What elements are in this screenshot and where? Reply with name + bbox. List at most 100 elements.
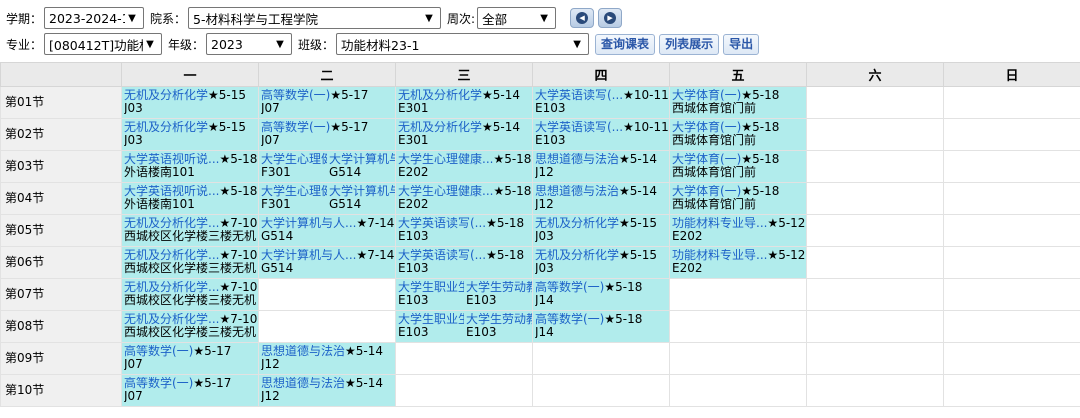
course-name-link[interactable]: 高等数学(一) [535,281,604,294]
empty-slot [395,342,533,375]
term-select[interactable]: 2023-2024-1 ▼ [44,7,145,29]
empty-slot [669,374,807,407]
course-name-link[interactable]: 无机及分析化学 [535,217,619,230]
course-entry: 大学生职业生 E103 [397,280,464,307]
course-entry: 无机及分析化学★5-15 J03 [123,88,258,115]
course-name-row: 无机及分析化学★5-15 [124,121,257,134]
period-row: 第02节 无机及分析化学★5-15 J03 高等数学(一)★5-17 J07 无机及分析化… [0,118,1080,151]
course-name-link[interactable]: 大学计算机与人... [261,249,356,262]
course-weeks: ★5-17 [330,89,369,102]
course-name-link[interactable]: 大学英语视听说... [124,185,219,198]
course-name-link[interactable]: 大学体育(一) [672,185,741,198]
course-name-link[interactable]: 功能材料专业导... [672,217,767,230]
empty-slot [258,278,396,311]
empty-slot [943,278,1080,311]
prev-week-button[interactable]: ◀ [570,8,595,28]
empty-slot [669,342,807,375]
course-name-link[interactable]: 大学生职业生 [398,281,464,294]
course-name-link[interactable]: 无机及分析化学... [124,281,219,294]
next-week-button[interactable]: ▶ [598,8,623,28]
course-name-link[interactable]: 大学生心理健 [261,185,327,198]
course-room: G514 [261,261,294,274]
empty-slot [943,86,1080,119]
course-name-link[interactable]: 大学生心理健康... [398,153,493,166]
course-name-link[interactable]: 高等数学(一) [535,313,604,326]
course-name-link[interactable]: 大学生心理健 [261,153,327,166]
course-room: J07 [261,133,280,146]
course-name-link[interactable]: 大学英语读写(... [398,249,486,262]
course-name-row: 无机及分析化学...★7-10, [124,281,257,294]
course-room: E103 [398,325,429,338]
course-entry: 高等数学(一)★5-17 J07 [123,344,258,371]
course-name-link[interactable]: 高等数学(一) [261,121,330,134]
course-name-link[interactable]: 大学计算机与人... [261,217,356,230]
course-slot: 高等数学(一)★5-17 J07 [121,342,259,375]
course-name-link[interactable]: 思想道德与法治 [535,153,619,166]
course-name-link[interactable]: 思想道德与法治 [261,345,345,358]
course-name-link[interactable]: 大学体育(一) [672,89,741,102]
course-entry: 大学计算机与人...★7-14 G514 [260,248,395,275]
course-name-link[interactable]: 思想道德与法治 [535,185,619,198]
course-name-link[interactable]: 无机及分析化学 [535,249,619,262]
empty-slot [532,374,670,407]
course-room: 西城校区化学楼三楼无机 [124,261,257,274]
empty-slot [532,342,670,375]
course-weeks: ★7-14 [356,249,394,262]
course-slot: 大学计算机与人...★7-14 G514 [258,246,396,279]
course-entry: 大学英语读写(...★10-11 E103 [534,88,669,115]
empty-slot [806,182,944,215]
week-label: 周次: [447,11,476,26]
course-room: G514 [261,229,294,242]
course-name-link[interactable]: 大学计算机与 [329,185,395,198]
major-select[interactable]: [080412T]功能权 ▼ [44,33,163,55]
course-name-link[interactable]: 大学计算机与 [329,153,395,166]
course-name-link[interactable]: 无机及分析化学 [124,121,208,134]
class-select[interactable]: 功能材料23-1 ▼ [336,33,590,55]
course-name-row: 功能材料专业导...★5-12 [672,217,805,230]
course-room: F301 [261,165,291,178]
export-button[interactable]: 导出 [723,33,760,55]
list-view-button[interactable]: 列表展示 [659,33,720,55]
course-name-link[interactable]: 高等数学(一) [261,89,330,102]
course-entry: 高等数学(一)★5-18 J14 [534,280,669,307]
course-weeks: ★5-18 [493,153,531,166]
dept-select[interactable]: 5-材料科学与工程学院 ▼ [188,7,442,29]
course-name-link[interactable]: 大学生劳动教 [466,281,532,294]
course-name-link[interactable]: 大学英语读写(... [535,121,623,134]
week-select[interactable]: 全部 ▼ [477,7,557,29]
arrow-right-icon: ▶ [604,12,617,24]
course-name-link[interactable]: 大学生心理健康... [398,185,493,198]
course-name-link[interactable]: 高等数学(一) [124,377,193,390]
course-name-link[interactable]: 大学英语视听说... [124,153,219,166]
chevron-down-icon: ▼ [146,38,154,50]
course-name-link[interactable]: 功能材料专业导... [672,249,767,262]
course-name-link[interactable]: 无机及分析化学 [124,89,208,102]
course-name-link[interactable]: 大学生职业生 [398,313,464,326]
course-slot: 高等数学(一)★5-17 J07 [121,374,259,407]
course-weeks: ★5-14 [482,121,521,134]
course-slot: 高等数学(一)★5-18 J14 [532,278,670,311]
course-name-link[interactable]: 无机及分析化学 [398,89,482,102]
course-name-link[interactable]: 大学英语读写(... [535,89,623,102]
course-name-link[interactable]: 无机及分析化学... [124,217,219,230]
grade-select[interactable]: 2023 ▼ [206,33,293,55]
day-header: 日 [943,62,1080,87]
course-weeks: ★5-17 [330,121,369,134]
course-name-link[interactable]: 高等数学(一) [124,345,193,358]
course-entry: 无机及分析化学★5-15 J03 [534,216,669,243]
empty-slot [943,214,1080,247]
course-name-link[interactable]: 大学生劳动教 [466,313,532,326]
period-label: 第01节 [0,86,122,119]
course-name-link[interactable]: 大学体育(一) [672,153,741,166]
query-schedule-button[interactable]: 查询课表 [595,33,656,55]
course-name-link[interactable]: 无机及分析化学... [124,249,219,262]
timetable-body: 第01节 无机及分析化学★5-15 J03 高等数学(一)★5-17 J07 无机及分析化… [0,86,1080,407]
course-name-link[interactable]: 大学英语读写(... [398,217,486,230]
course-name-link[interactable]: 思想道德与法治 [261,377,345,390]
period-label: 第08节 [0,310,122,343]
course-weeks: ★5-18 [741,153,780,166]
course-name-link[interactable]: 无机及分析化学... [124,313,219,326]
course-name-link[interactable]: 大学体育(一) [672,121,741,134]
course-name-link[interactable]: 无机及分析化学 [398,121,482,134]
empty-slot [943,150,1080,183]
